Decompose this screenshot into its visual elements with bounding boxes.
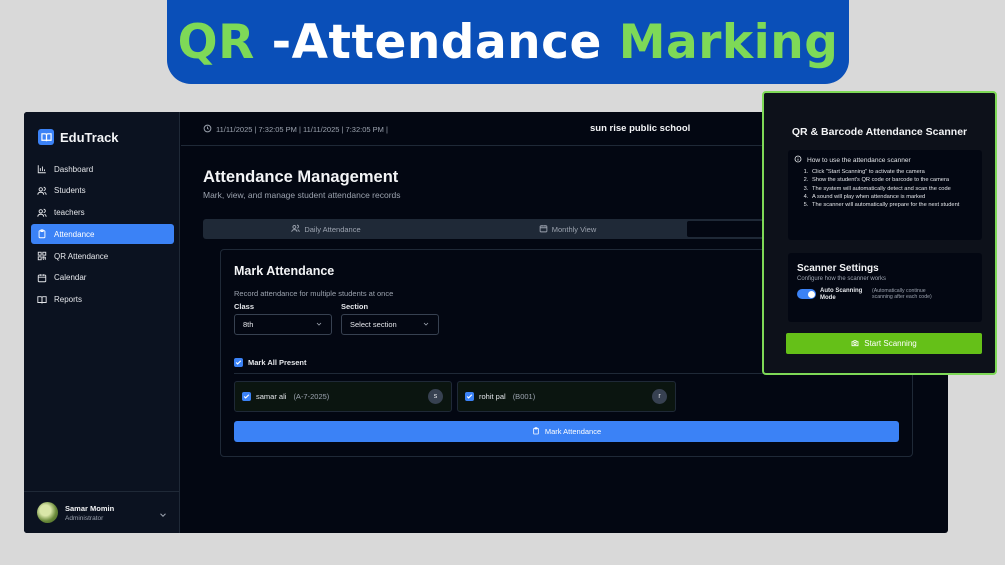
school-name: sun rise public school [590,123,691,134]
section-select-value: Select section [350,320,397,329]
page-subtitle: Mark, view, and manage student attendanc… [203,190,401,200]
tab-label: Monthly View [551,224,597,234]
checkbox-checked[interactable] [234,358,243,367]
calendar-icon [539,224,548,235]
checkbox-checked[interactable] [242,392,251,401]
instruction-step: Click "Start Scanning" to activate the c… [810,168,976,176]
title-banner: QR -Attendance Marking [167,0,849,84]
sidebar-item-label: QR Attendance [54,251,109,261]
users-icon [37,208,47,218]
section-label: Section [341,302,369,311]
banner-title-marking: Marking [618,14,839,70]
banner-title: QR -Attendance Marking [178,15,839,70]
user-info: Samar Momin Administrator [65,504,114,522]
chevron-down-icon [422,320,430,330]
start-scanning-button[interactable]: Start Scanning [786,333,982,354]
users-icon [37,186,47,196]
banner-title-attendance: -Attendance [254,14,619,70]
student-name: samar ali [256,392,287,401]
calendar-icon [37,273,47,283]
sidebar-item-students[interactable]: Students [31,181,174,201]
class-select[interactable]: 8th [234,314,332,335]
sidebar-item-label: Dashboard [54,164,94,174]
scanner-settings: Scanner Settings Configure how the scann… [788,253,982,322]
datetime-text: 11/11/2025 | 7:32:05 PM | 11/11/2025 | 7… [216,125,388,134]
instructions-list: Click "Start Scanning" to activate the c… [810,168,976,209]
student-id: (B001) [512,392,536,401]
card-title: Mark Attendance [234,264,335,278]
student-initial-badge: r [652,389,667,404]
instructions-header: How to use the attendance scanner [794,155,976,165]
chevron-down-icon [315,320,323,330]
settings-title: Scanner Settings [797,263,879,274]
instructions-title: How to use the attendance scanner [807,156,911,164]
datetime-display: 11/11/2025 | 7:32:05 PM | 11/11/2025 | 7… [203,124,388,135]
scanner-title: QR & Barcode Attendance Scanner [791,126,968,138]
card-subtitle: Record attendance for multiple students … [234,289,394,298]
mark-all-label: Mark All Present [248,358,307,367]
clipboard-icon [532,426,540,437]
tab-monthly-view[interactable]: Monthly View [449,219,686,239]
toggle-label: Auto Scanning Mode [820,288,863,301]
sidebar-item-qr-attendance[interactable]: QR Attendance [31,246,174,266]
sidebar-item-calendar[interactable]: Calendar [31,268,174,288]
sidebar-item-label: Reports [54,295,83,305]
scanner-panel: QR & Barcode Attendance Scanner How to u… [762,91,997,375]
scanner-instructions: How to use the attendance scanner Click … [788,150,982,240]
user-profile[interactable]: Samar Momin Administrator [24,491,180,533]
sidebar: EduTrack Dashboard Students teachers Att… [24,112,180,533]
brand[interactable]: EduTrack [38,129,119,145]
auto-scanning-toggle[interactable] [797,289,816,299]
clock-icon [203,124,212,135]
sidebar-item-teachers[interactable]: teachers [31,203,174,223]
sidebar-item-attendance[interactable]: Attendance [31,224,174,245]
clipboard-icon [37,229,47,239]
student-initial-badge: s [428,389,443,404]
section-select[interactable]: Select section [341,314,439,335]
book-open-icon [38,129,54,145]
sidebar-nav: Dashboard Students teachers Attendance Q… [31,159,174,312]
mark-attendance-button[interactable]: Mark Attendance [234,421,899,442]
book-icon [37,295,47,305]
student-item[interactable]: rohit pal (B001) r [457,381,676,412]
student-item[interactable]: samar ali (A-7-2025) s [234,381,452,412]
tab-daily-attendance[interactable]: Daily Attendance [203,219,449,239]
bar-chart-icon [37,164,47,174]
checkbox-checked[interactable] [465,392,474,401]
instruction-step: The scanner will automatically prepare f… [810,201,976,209]
sidebar-item-reports[interactable]: Reports [31,290,174,310]
toggle-note: (Automatically continue scanning after e… [872,288,932,301]
user-name: Samar Momin [65,503,115,513]
tab-label: Daily Attendance [304,224,361,234]
settings-subtitle: Configure how the scanner works [797,276,887,282]
sidebar-item-dashboard[interactable]: Dashboard [31,159,174,179]
student-id: (A-7-2025) [293,392,330,401]
instruction-step: Show the student's QR code or barcode to… [810,176,976,184]
sidebar-item-label: Calendar [54,273,87,283]
banner-title-qr: QR [177,14,255,70]
page-title: Attendance Management [203,168,399,186]
users-icon [291,224,301,235]
instruction-step: The system will automatically detect and… [810,185,976,193]
student-name: rohit pal [479,392,506,401]
sidebar-item-label: Attendance [54,229,95,239]
instruction-step: A sound will play when attendance is mar… [810,193,976,201]
sidebar-item-label: Students [54,186,86,196]
chevron-down-icon[interactable] [158,507,168,517]
class-select-value: 8th [243,320,254,329]
class-label: Class [234,302,255,311]
auto-scan-row: Auto Scanning Mode (Automatically contin… [797,288,973,301]
info-icon [794,155,802,165]
avatar [37,502,58,523]
button-label: Mark Attendance [544,427,602,436]
qr-icon [37,251,47,261]
sidebar-item-label: teachers [54,208,85,218]
camera-icon [851,339,859,349]
brand-name: EduTrack [60,129,119,145]
user-role: Administrator [65,514,104,522]
button-label: Start Scanning [864,339,917,348]
mark-all-present[interactable]: Mark All Present [234,358,307,367]
